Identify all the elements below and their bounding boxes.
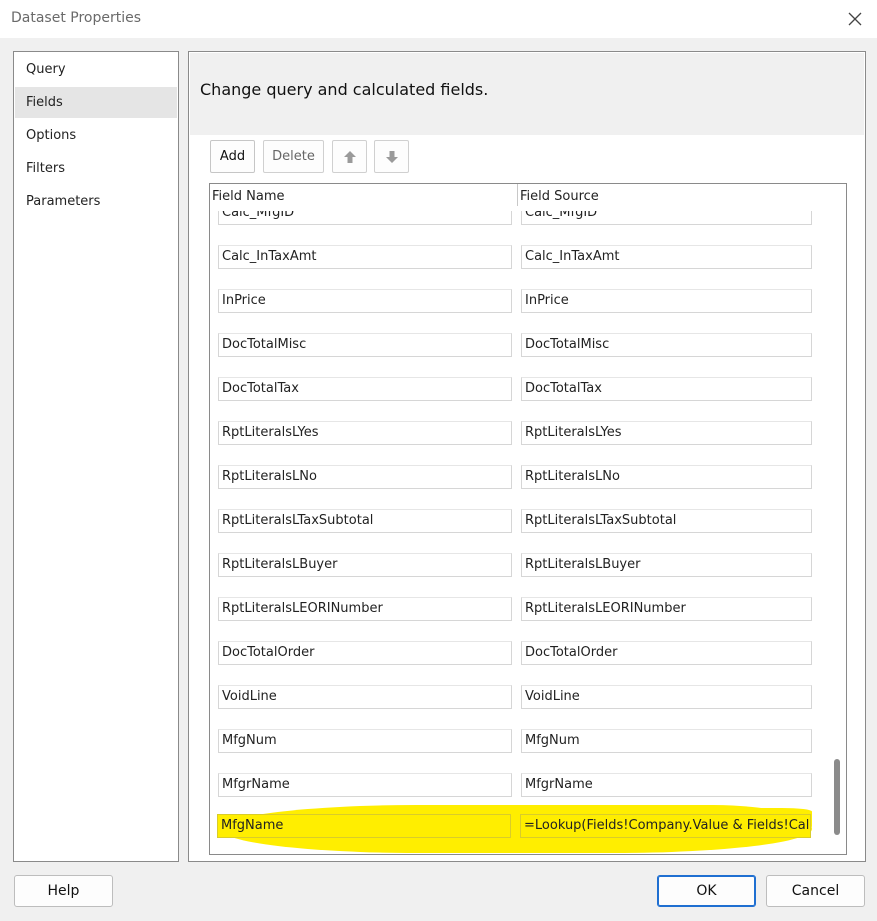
table-row: Calc_MfgID Calc_MfgID [210,211,830,245]
table-row: RptLiteralsLNo RptLiteralsLNo [210,465,830,509]
field-source-input[interactable]: InPrice [521,289,812,313]
fields-panel: Change query and calculated fields. Add … [188,51,866,862]
scrollbar-thumb[interactable] [834,759,840,835]
field-name-input[interactable]: RptLiteralsLNo [218,465,512,489]
ok-button[interactable]: OK [657,875,756,907]
table-row: RptLiteralsLTaxSubtotal RptLiteralsLTaxS… [210,509,830,553]
table-row: DocTotalOrder DocTotalOrder [210,641,830,685]
sidebar-item-filters[interactable]: Filters [15,153,177,184]
field-source-input[interactable]: DocTotalTax [521,377,812,401]
grid-scrollbar[interactable] [830,211,846,854]
field-source-input[interactable]: RptLiteralsLYes [521,421,812,445]
field-name-input[interactable]: DocTotalMisc [218,333,512,357]
field-name-input[interactable]: MfgName [217,814,511,838]
window-title: Dataset Properties [11,10,142,26]
move-down-button[interactable] [374,140,409,173]
field-source-input[interactable]: VoidLine [521,685,812,709]
table-row: DocTotalMisc DocTotalMisc [210,333,830,377]
help-button[interactable]: Help [14,875,113,907]
field-source-input[interactable]: Calc_InTaxAmt [521,245,812,269]
table-row: Calc_InTaxAmt Calc_InTaxAmt [210,245,830,289]
grid-header: Field Name Field Source [210,184,846,211]
table-row: RptLiteralsLYes RptLiteralsLYes [210,421,830,465]
field-name-input[interactable]: InPrice [218,289,512,313]
field-name-input[interactable]: DocTotalTax [218,377,512,401]
field-name-input[interactable]: RptLiteralsLYes [218,421,512,445]
field-source-input[interactable]: RptLiteralsLEORINumber [521,597,812,621]
field-name-input[interactable]: MfgrName [218,773,512,797]
field-name-input[interactable]: RptLiteralsLBuyer [218,553,512,577]
field-source-input[interactable]: =Lookup(Fields!Company.Value & Fields!Ca… [520,814,811,838]
field-name-input[interactable]: DocTotalOrder [218,641,512,665]
table-row: RptLiteralsLEORINumber RptLiteralsLEORIN… [210,597,830,641]
close-icon[interactable] [843,7,867,31]
panel-heading: Change query and calculated fields. [200,80,489,99]
field-source-input[interactable]: MfgrName [521,773,812,797]
move-up-button[interactable] [332,140,367,173]
field-source-input[interactable]: MfgNum [521,729,812,753]
table-row: RptLiteralsLBuyer RptLiteralsLBuyer [210,553,830,597]
field-source-input[interactable]: RptLiteralsLTaxSubtotal [521,509,812,533]
table-row: InPrice InPrice [210,289,830,333]
panel-header: Change query and calculated fields. [190,53,864,135]
column-header-field-name[interactable]: Field Name [212,189,285,204]
cancel-button[interactable]: Cancel [766,875,865,907]
table-row: VoidLine VoidLine [210,685,830,729]
table-row: MfgName =Lookup(Fields!Company.Value & F… [209,814,829,858]
field-name-input[interactable]: RptLiteralsLEORINumber [218,597,512,621]
field-name-input[interactable]: Calc_MfgID [218,211,512,225]
delete-button[interactable]: Delete [263,140,324,173]
sidebar-item-options[interactable]: Options [15,120,177,151]
dataset-properties-dialog: Dataset Properties Query Fields Options … [0,0,877,921]
field-name-input[interactable]: RptLiteralsLTaxSubtotal [218,509,512,533]
table-row: MfgNum MfgNum [210,729,830,773]
arrow-up-icon [333,150,366,164]
field-name-input[interactable]: Calc_InTaxAmt [218,245,512,269]
field-name-input[interactable]: MfgNum [218,729,512,753]
highlighted-row-wrapper: MfgName =Lookup(Fields!Company.Value & F… [209,804,829,848]
field-source-input[interactable]: RptLiteralsLBuyer [521,553,812,577]
title-bar: Dataset Properties [0,0,877,38]
field-source-input[interactable]: DocTotalMisc [521,333,812,357]
arrow-down-icon [375,150,408,164]
sidebar-item-query[interactable]: Query [15,54,177,85]
sidebar-item-fields[interactable]: Fields [15,87,177,118]
table-row: DocTotalTax DocTotalTax [210,377,830,421]
column-divider[interactable] [517,184,518,206]
field-name-input[interactable]: VoidLine [218,685,512,709]
field-source-input[interactable]: Calc_MfgID [521,211,812,225]
add-button[interactable]: Add [210,140,255,173]
column-header-field-source[interactable]: Field Source [520,189,599,204]
field-source-input[interactable]: DocTotalOrder [521,641,812,665]
grid-rows: Calc_MfgID Calc_MfgID Calc_InTaxAmt Calc… [210,211,830,854]
sidebar-item-parameters[interactable]: Parameters [15,186,177,217]
field-source-input[interactable]: RptLiteralsLNo [521,465,812,489]
fields-grid: Field Name Field Source Calc_MfgID Calc_… [209,183,847,855]
sidebar-nav: Query Fields Options Filters Parameters [13,51,179,862]
